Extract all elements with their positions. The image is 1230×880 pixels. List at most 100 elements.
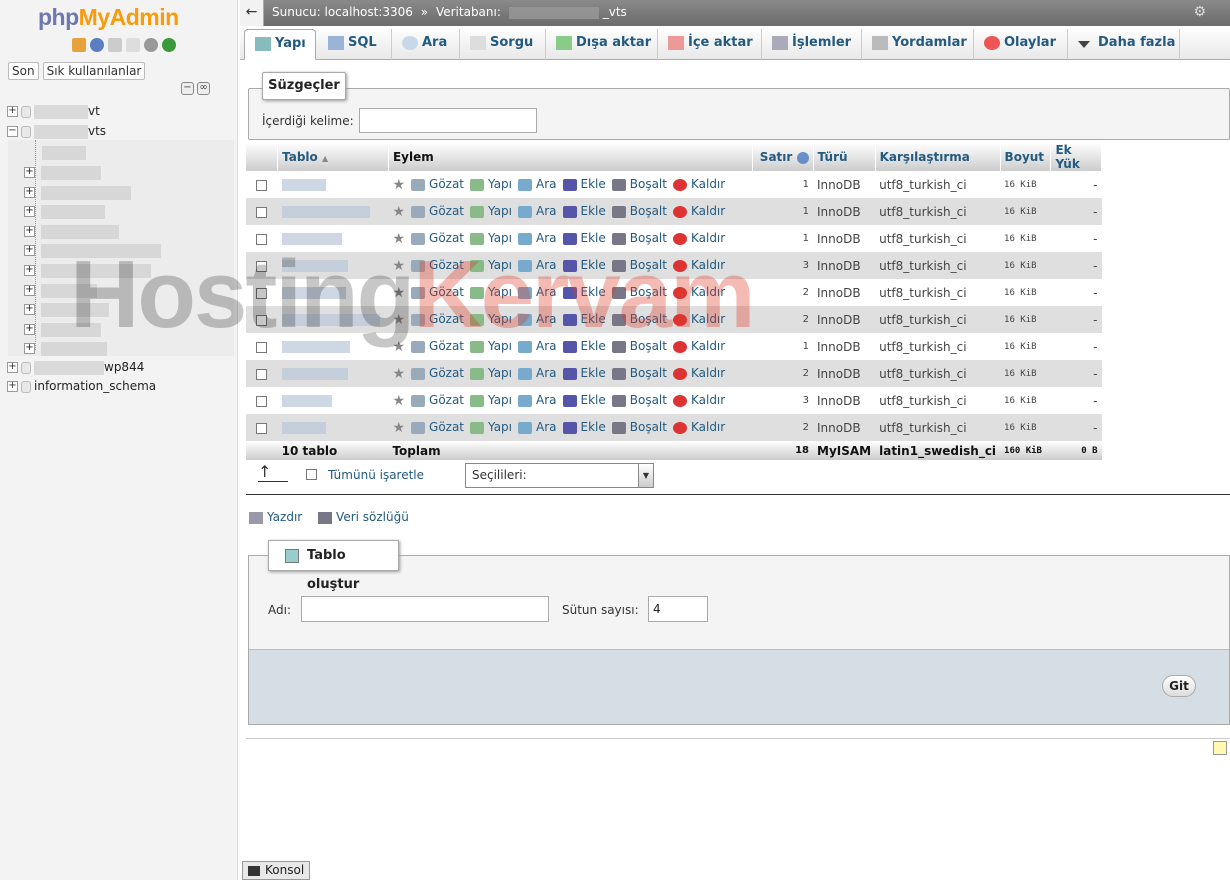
back-arrow-icon[interactable]: ←	[240, 0, 264, 26]
data-dictionary-link[interactable]: Veri sözlüğü	[318, 510, 415, 524]
print-link[interactable]: Yazdır	[249, 510, 308, 524]
sql-docs-icon[interactable]	[126, 38, 140, 52]
action-2-link[interactable]: Ara	[518, 420, 557, 434]
tab-events[interactable]: Olaylar	[974, 29, 1068, 60]
table-size[interactable]: 16 KiB	[1000, 333, 1051, 360]
documentation-icon[interactable]	[108, 38, 122, 52]
tree-table-item[interactable]: +	[24, 322, 101, 337]
table-name-link[interactable]	[281, 287, 346, 299]
action-5-link[interactable]: Kaldır	[672, 366, 725, 380]
action-3-link[interactable]: Ekle	[562, 285, 606, 299]
action-4-link[interactable]: Boşalt	[611, 366, 667, 380]
action-1-link[interactable]: Yapı	[470, 177, 512, 191]
dropdown-arrow-icon[interactable]: ▼	[638, 464, 653, 487]
action-4-link[interactable]: Boşalt	[611, 393, 667, 407]
tab-query[interactable]: Sorgu	[460, 29, 546, 60]
help-icon[interactable]	[796, 151, 809, 164]
tab-operations[interactable]: İşlemler	[762, 29, 862, 60]
action-0-link[interactable]: Gözat	[411, 258, 464, 272]
table-name-link[interactable]	[281, 422, 326, 434]
action-2-link[interactable]: Ara	[518, 366, 557, 380]
action-1-link[interactable]: Yapı	[470, 258, 512, 272]
check-all-checkbox[interactable]	[306, 469, 317, 480]
link-with-main-icon[interactable]: ∞	[197, 82, 210, 95]
action-0-link[interactable]: Gözat	[411, 420, 464, 434]
action-3-link[interactable]: Ekle	[562, 177, 606, 191]
reload-icon[interactable]	[162, 38, 176, 52]
console-toggle[interactable]: Konsol	[242, 861, 310, 880]
tree-table-item[interactable]	[24, 145, 86, 160]
tab-search[interactable]: Ara	[392, 29, 460, 60]
action-5-link[interactable]: Kaldır	[672, 231, 725, 245]
keyword-input[interactable]	[359, 108, 537, 133]
table-name-link[interactable]	[281, 368, 348, 380]
table-size[interactable]: 16 KiB	[1000, 414, 1051, 441]
expand-icon[interactable]: +	[7, 106, 18, 117]
row-checkbox[interactable]	[256, 287, 268, 299]
table-name-link[interactable]	[281, 314, 380, 326]
favorite-star-icon[interactable]: ★	[392, 285, 405, 301]
favorite-star-icon[interactable]: ★	[392, 258, 405, 274]
sort-table-header[interactable]: Tablo ▲	[277, 143, 389, 171]
favorite-star-icon[interactable]: ★	[392, 312, 405, 328]
tree-db-vt[interactable]: + vt	[7, 104, 100, 119]
action-2-link[interactable]: Ara	[518, 177, 557, 191]
recent-tables-button[interactable]: Son	[8, 62, 39, 80]
tree-table-item[interactable]: +	[24, 302, 109, 317]
action-5-link[interactable]: Kaldır	[672, 204, 725, 218]
size-header[interactable]: Boyut	[1000, 143, 1052, 171]
table-size[interactable]: 16 KiB	[1000, 252, 1051, 279]
row-checkbox[interactable]	[256, 179, 268, 191]
phpmyadmin-logo[interactable]: phpMyAdmin	[38, 4, 179, 31]
table-size[interactable]: 16 KiB	[1000, 225, 1051, 252]
row-checkbox[interactable]	[256, 368, 268, 380]
action-1-link[interactable]: Yapı	[470, 393, 512, 407]
action-1-link[interactable]: Yapı	[470, 312, 512, 326]
action-5-link[interactable]: Kaldır	[672, 393, 725, 407]
action-5-link[interactable]: Kaldır	[672, 312, 725, 326]
action-0-link[interactable]: Gözat	[411, 312, 464, 326]
action-3-link[interactable]: Ekle	[562, 258, 606, 272]
action-2-link[interactable]: Ara	[518, 258, 557, 272]
action-3-link[interactable]: Ekle	[562, 366, 606, 380]
action-1-link[interactable]: Yapı	[470, 204, 512, 218]
action-4-link[interactable]: Boşalt	[611, 339, 667, 353]
action-0-link[interactable]: Gözat	[411, 393, 464, 407]
row-checkbox[interactable]	[256, 341, 268, 353]
tree-table-item[interactable]: +	[24, 165, 101, 180]
action-5-link[interactable]: Kaldır	[672, 420, 725, 434]
tab-more[interactable]: Daha fazla	[1068, 29, 1180, 60]
tab-export[interactable]: Dışa aktar	[546, 29, 658, 60]
tree-db-wp844[interactable]: + wp844	[7, 360, 144, 375]
tree-table-item[interactable]: +	[24, 224, 119, 239]
action-5-link[interactable]: Kaldır	[672, 177, 725, 191]
table-size[interactable]: 16 KiB	[1000, 360, 1051, 387]
favorite-star-icon[interactable]: ★	[392, 366, 405, 382]
table-name-input[interactable]	[301, 596, 549, 622]
favorite-star-icon[interactable]: ★	[392, 339, 405, 355]
action-4-link[interactable]: Boşalt	[611, 231, 667, 245]
action-0-link[interactable]: Gözat	[411, 177, 464, 191]
row-checkbox[interactable]	[256, 314, 268, 326]
favorite-star-icon[interactable]: ★	[392, 177, 405, 193]
filter-legend[interactable]: Süzgeçler	[262, 72, 346, 100]
expand-icon[interactable]: +	[7, 362, 18, 373]
action-2-link[interactable]: Ara	[518, 339, 557, 353]
action-0-link[interactable]: Gözat	[411, 366, 464, 380]
table-size[interactable]: 16 KiB	[1000, 306, 1051, 333]
action-0-link[interactable]: Gözat	[411, 204, 464, 218]
tab-routines[interactable]: Yordamlar	[862, 29, 974, 60]
action-4-link[interactable]: Boşalt	[611, 177, 667, 191]
server-crumb[interactable]: Sunucu: localhost:3306	[272, 5, 413, 19]
check-all-label[interactable]: Tümünü işaretle	[328, 468, 424, 482]
action-3-link[interactable]: Ekle	[562, 312, 606, 326]
table-name-link[interactable]	[281, 260, 348, 272]
action-2-link[interactable]: Ara	[518, 285, 557, 299]
tree-table-item[interactable]: +	[24, 204, 105, 219]
table-size[interactable]: 16 KiB	[1000, 198, 1051, 225]
action-0-link[interactable]: Gözat	[411, 285, 464, 299]
action-3-link[interactable]: Ekle	[562, 393, 606, 407]
home-icon[interactable]	[72, 38, 86, 52]
action-3-link[interactable]: Ekle	[562, 231, 606, 245]
tab-sql[interactable]: SQL	[318, 29, 392, 60]
